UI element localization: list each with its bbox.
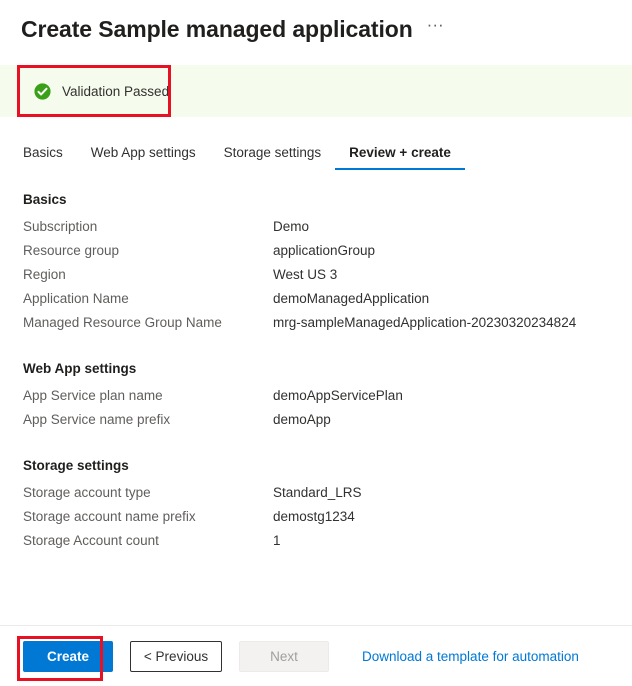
summary-row: App Service plan name demoAppServicePlan	[23, 388, 632, 412]
summary-value: demoAppServicePlan	[273, 388, 403, 403]
summary-label: Storage account type	[23, 485, 151, 500]
summary-row: Storage Account count 1	[23, 533, 632, 557]
page-title: Create Sample managed application	[21, 15, 413, 42]
wizard-tabs: Basics Web App settings Storage settings…	[0, 137, 632, 170]
summary-value: Demo	[273, 219, 310, 234]
summary-label: Resource group	[23, 243, 120, 258]
check-circle-icon	[34, 82, 51, 100]
summary-value: demoApp	[273, 412, 331, 427]
summary-value: applicationGroup	[273, 243, 376, 258]
validation-banner-zone: Validation Passed	[0, 65, 632, 117]
summary-label: App Service plan name	[23, 388, 163, 403]
summary-row: Application Name demoManagedApplication	[23, 291, 632, 315]
summary-row: Subscription Demo	[23, 219, 632, 243]
summary-row: Storage account name prefix demostg1234	[23, 509, 632, 533]
summary-value: 1	[273, 533, 281, 548]
section-web-app-settings: Web App settings App Service plan name d…	[23, 361, 632, 436]
section-storage-settings: Storage settings Storage account type St…	[23, 458, 632, 557]
tab-basics[interactable]: Basics	[23, 145, 77, 170]
summary-value: demostg1234	[273, 509, 355, 524]
create-button[interactable]: Create	[23, 640, 113, 672]
download-template-link[interactable]: Download a template for automation	[362, 649, 579, 664]
summary-row: App Service name prefix demoApp	[23, 412, 632, 436]
next-button: Next	[239, 640, 329, 672]
summary-label: Storage account name prefix	[23, 509, 196, 524]
summary-value: demoManagedApplication	[273, 291, 430, 306]
summary-value: Standard_LRS	[273, 485, 362, 500]
page-header: Create Sample managed application ···	[0, 0, 632, 44]
summary-label: App Service name prefix	[23, 412, 171, 427]
summary-row: Resource group applicationGroup	[23, 243, 632, 267]
tab-storage-settings[interactable]: Storage settings	[210, 145, 336, 170]
validation-banner: Validation Passed	[0, 65, 632, 117]
previous-button[interactable]: < Previous	[130, 640, 222, 672]
summary-row: Region West US 3	[23, 267, 632, 291]
section-heading-basics: Basics	[23, 192, 67, 207]
tab-review-create[interactable]: Review + create	[335, 145, 465, 170]
summary-value: mrg-sampleManagedApplication-20230320234…	[273, 315, 577, 330]
wizard-footer: Create < Previous Next Download a templa…	[0, 626, 632, 686]
summary-label: Subscription	[23, 219, 98, 234]
section-heading-storage-settings: Storage settings	[23, 458, 129, 473]
tab-web-app-settings[interactable]: Web App settings	[77, 145, 210, 170]
summary-row: Storage account type Standard_LRS	[23, 485, 632, 509]
summary-label: Storage Account count	[23, 533, 159, 548]
review-summary: Basics Subscription Demo Resource group …	[0, 192, 632, 557]
summary-label: Region	[23, 267, 66, 282]
more-options-icon[interactable]: ···	[427, 16, 444, 38]
validation-status-text: Validation Passed	[62, 83, 170, 99]
section-basics: Basics Subscription Demo Resource group …	[23, 192, 632, 339]
summary-value: West US 3	[273, 267, 338, 282]
section-heading-web-app-settings: Web App settings	[23, 361, 137, 376]
summary-label: Managed Resource Group Name	[23, 315, 222, 330]
summary-row: Managed Resource Group Name mrg-sampleMa…	[23, 315, 632, 339]
summary-label: Application Name	[23, 291, 129, 306]
